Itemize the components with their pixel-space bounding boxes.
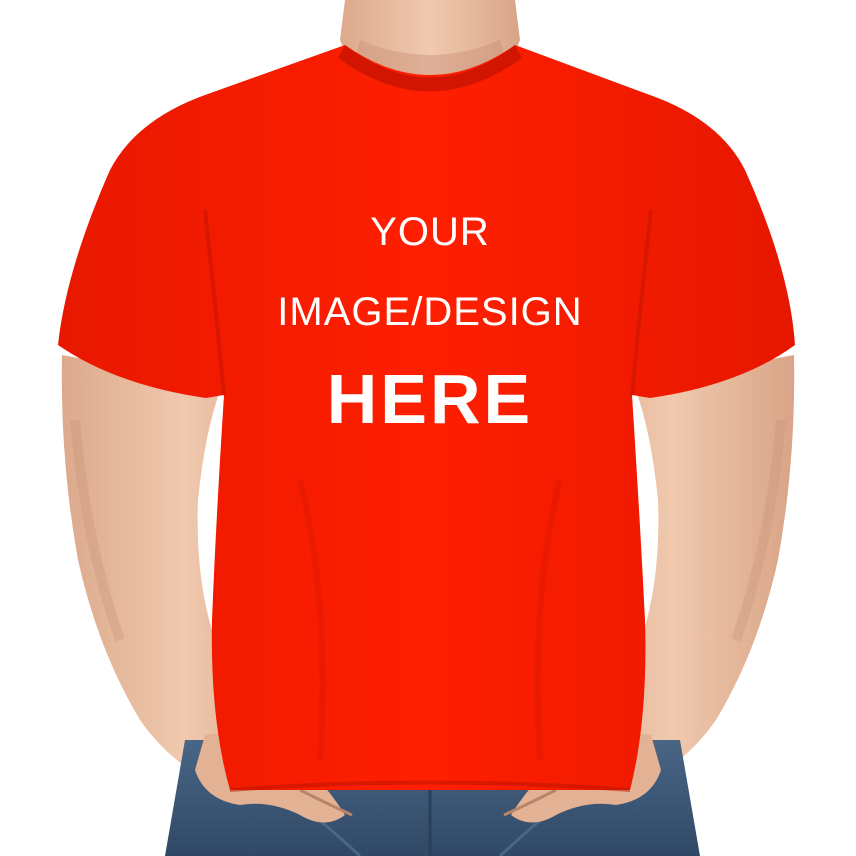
print-placeholder-text: YOUR IMAGE/DESIGN HERE [240,200,620,434]
print-line-image-design: IMAGE/DESIGN [277,290,583,334]
print-line-your: YOUR [370,210,490,254]
print-line-here: HERE [326,360,534,438]
product-photo: YOUR IMAGE/DESIGN HERE [0,0,856,856]
